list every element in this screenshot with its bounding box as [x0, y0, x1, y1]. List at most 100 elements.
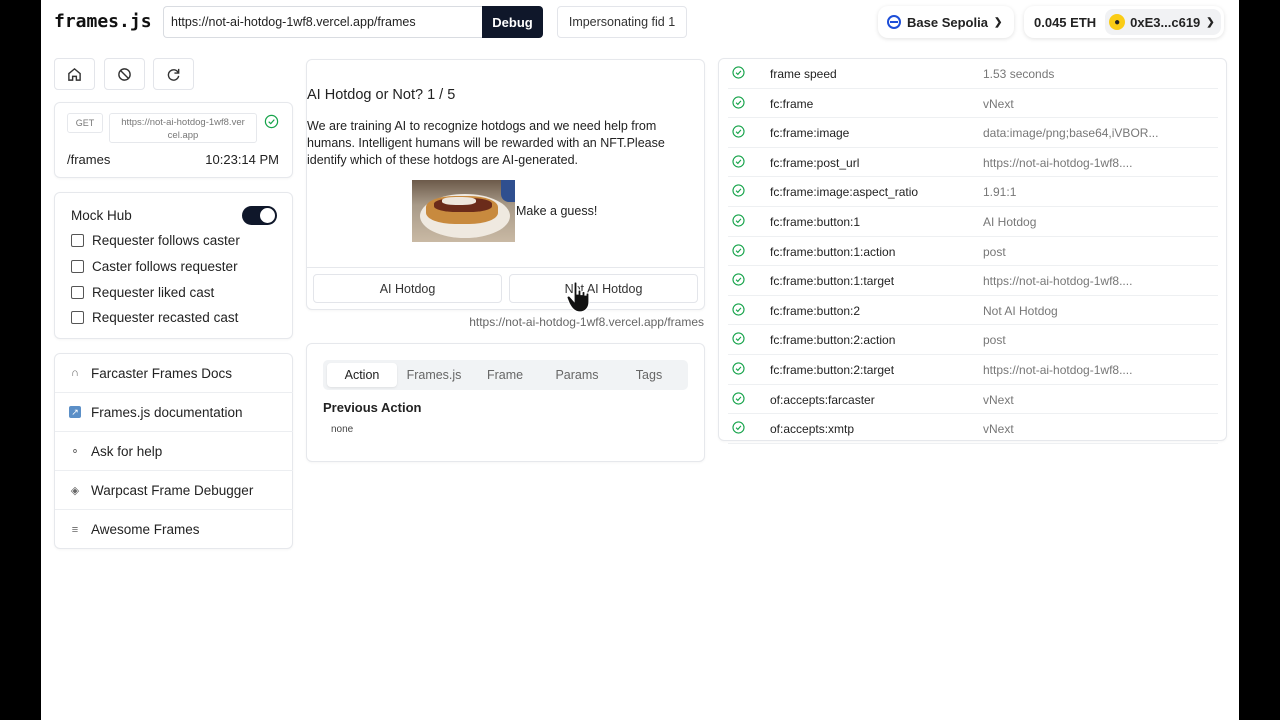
- ban-icon: [118, 67, 131, 81]
- tag-row: fc:frame:post_url https://not-ai-hotdog-1…: [728, 148, 1218, 178]
- frame-preview: AI Hotdog or Not? 1 / 5 We are training …: [306, 59, 705, 310]
- tag-key: fc:frame:button:1: [770, 215, 861, 229]
- toggle-knob: [260, 208, 275, 223]
- link-farcaster-docs[interactable]: ∩ Farcaster Frames Docs: [55, 354, 293, 393]
- tab-tags[interactable]: Tags: [614, 360, 684, 390]
- tag-row: fc:frame:button:1 AI Hotdog: [728, 207, 1218, 237]
- account-button[interactable]: 0.045 ETH ● 0xE3...c619 ❯: [1024, 6, 1224, 38]
- check-circle-icon: [732, 421, 745, 434]
- tag-row: frame speed 1.53 seconds: [728, 59, 1218, 89]
- tag-row: of:accepts:farcaster vNext: [728, 385, 1218, 415]
- tag-row: fc:frame:button:2:target https://not-ai-h…: [728, 355, 1218, 385]
- success-icon: [264, 114, 279, 129]
- link-label: Awesome Frames: [91, 522, 200, 537]
- tag-value: vNext: [983, 392, 1014, 407]
- request-card[interactable]: GET https://not-ai-hotdog-1wf8.vercel.ap…: [54, 102, 293, 178]
- tag-key: fc:frame:image:aspect_ratio: [770, 185, 919, 200]
- tab-label: Frames.js: [406, 368, 462, 382]
- tag-row: fc:frame:button:1:action post: [728, 237, 1218, 267]
- home-button[interactable]: [54, 58, 95, 90]
- network-label: Base Sepolia: [907, 14, 988, 30]
- checkbox-box[interactable]: [71, 286, 84, 299]
- tag-value: vNext: [983, 422, 1014, 437]
- frame-button-not-ai-hotdog[interactable]: Not AI Hotdog: [509, 274, 698, 303]
- wallet-pill: ● 0xE3...c619 ❯: [1105, 9, 1221, 35]
- tag-value: 1.53 seconds: [983, 67, 1055, 81]
- tag-value: post: [983, 333, 1006, 348]
- check-circle-icon: [732, 155, 745, 168]
- debug-button-label: Debug: [492, 14, 533, 30]
- chat-icon: ⚬: [70, 445, 80, 458]
- impersonating-label: Impersonating fid 1: [568, 15, 676, 29]
- checkbox-box[interactable]: [71, 260, 84, 273]
- tag-key: fc:frame:post_url: [770, 155, 860, 170]
- mock-hub-card: Mock Hub Requester follows caster Caster…: [54, 192, 293, 339]
- check-circle-icon: [732, 303, 745, 316]
- logo: frames.js: [54, 11, 152, 32]
- network-selector[interactable]: Base Sepolia ❯: [878, 6, 1014, 38]
- eth-balance: 0.045 ETH: [1034, 14, 1097, 30]
- check-circle-icon: [732, 184, 745, 197]
- check-circle-icon: [732, 95, 745, 109]
- requester-liked-cast-checkbox[interactable]: Requester liked cast: [71, 285, 214, 300]
- url-input[interactable]: https://not-ai-hotdog-1wf8.vercel.app/fr…: [163, 6, 483, 38]
- requester-recasted-cast-checkbox[interactable]: Requester recasted cast: [71, 310, 238, 325]
- tab-label: Frame: [486, 368, 524, 382]
- checkbox-box[interactable]: [71, 234, 84, 247]
- tag-key: fc:frame:button:2:action: [770, 333, 896, 348]
- hotdog-image: [412, 180, 515, 242]
- wallet-address: 0xE3...c619: [1130, 14, 1201, 30]
- tag-value: Not AI Hotdog: [983, 303, 1058, 318]
- check-circle-icon: [732, 214, 745, 227]
- request-url: https://not-ai-hotdog-1wf8.vercel.app: [109, 113, 257, 143]
- refresh-button[interactable]: [153, 58, 194, 90]
- list-icon: ≡: [71, 523, 79, 536]
- tab-action[interactable]: Action: [327, 363, 397, 387]
- requester-follows-caster-checkbox[interactable]: Requester follows caster: [71, 233, 240, 248]
- warpcast-icon: ◈: [70, 484, 80, 497]
- check-circle-icon: [732, 332, 745, 345]
- tag-value: post: [983, 244, 1006, 259]
- tag-key: fc:frame:button:2: [770, 303, 861, 318]
- checkbox-box[interactable]: [71, 311, 84, 324]
- frame-button-ai-hotdog[interactable]: AI Hotdog: [313, 274, 502, 303]
- link-ask-help[interactable]: ⚬ Ask for help: [55, 432, 293, 471]
- frame-description: We are training AI to recognize hotdogs …: [307, 119, 665, 167]
- debug-button[interactable]: Debug: [482, 6, 543, 38]
- link-label: Warpcast Frame Debugger: [91, 482, 254, 498]
- avatar-icon: ●: [1109, 14, 1126, 30]
- frame-url[interactable]: https://not-ai-hotdog-1wf8.vercel.app/fr…: [469, 315, 704, 329]
- link-awesome-frames[interactable]: ≡ Awesome Frames: [55, 510, 293, 549]
- request-path: /frames: [67, 152, 111, 167]
- tag-row: fc:frame:button:2:action post: [728, 325, 1218, 355]
- mock-hub-toggle[interactable]: [242, 206, 277, 225]
- mock-hub-label: Mock Hub: [71, 208, 132, 223]
- caster-follows-requester-checkbox[interactable]: Caster follows requester: [71, 259, 238, 274]
- tab-list: Action Frames.js Frame Params Tags: [323, 360, 688, 390]
- tags-panel: frame speed 1.53 seconds fc:frame vNext fc:f…: [718, 58, 1227, 444]
- url-input-value: https://not-ai-hotdog-1wf8.vercel.app/fr…: [171, 15, 416, 29]
- tag-key: of:accepts:xmtp: [770, 422, 855, 437]
- clear-button[interactable]: [104, 58, 145, 90]
- tag-key: fc:frame:button:1:target: [770, 274, 895, 289]
- link-framesjs-docs[interactable]: ↗ Frames.js documentation: [55, 393, 293, 432]
- request-time: 10:23:14 PM: [205, 152, 279, 167]
- tab-params[interactable]: Params: [542, 360, 612, 390]
- tag-value: https://not-ai-hotdog-1wf8....: [983, 274, 1133, 289]
- tab-frame[interactable]: Frame: [470, 360, 540, 390]
- check-circle-icon: [732, 362, 745, 375]
- impersonating-button[interactable]: Impersonating fid 1: [557, 6, 687, 38]
- tag-value: https://not-ai-hotdog-1wf8....: [983, 155, 1133, 170]
- tag-row: fc:frame:button:2 Not AI Hotdog: [728, 296, 1218, 326]
- chevron-down-icon: ❯: [1206, 16, 1215, 28]
- guess-text: Make a guess!: [516, 204, 598, 218]
- tab-framesjs[interactable]: Frames.js: [399, 360, 469, 390]
- frame-button-label: AI Hotdog: [379, 281, 436, 296]
- home-icon: [68, 67, 81, 81]
- frame-title: AI Hotdog or Not? 1 / 5: [307, 87, 456, 103]
- tag-row: fc:frame:image data:image/png;base64,iVBO…: [728, 118, 1218, 148]
- base-network-icon: [887, 15, 901, 29]
- links-card: ∩ Farcaster Frames Docs ↗ Frames.js docume…: [54, 353, 293, 549]
- link-warpcast-debugger[interactable]: ◈ Warpcast Frame Debugger: [55, 471, 293, 510]
- tag-value: AI Hotdog: [983, 215, 1037, 229]
